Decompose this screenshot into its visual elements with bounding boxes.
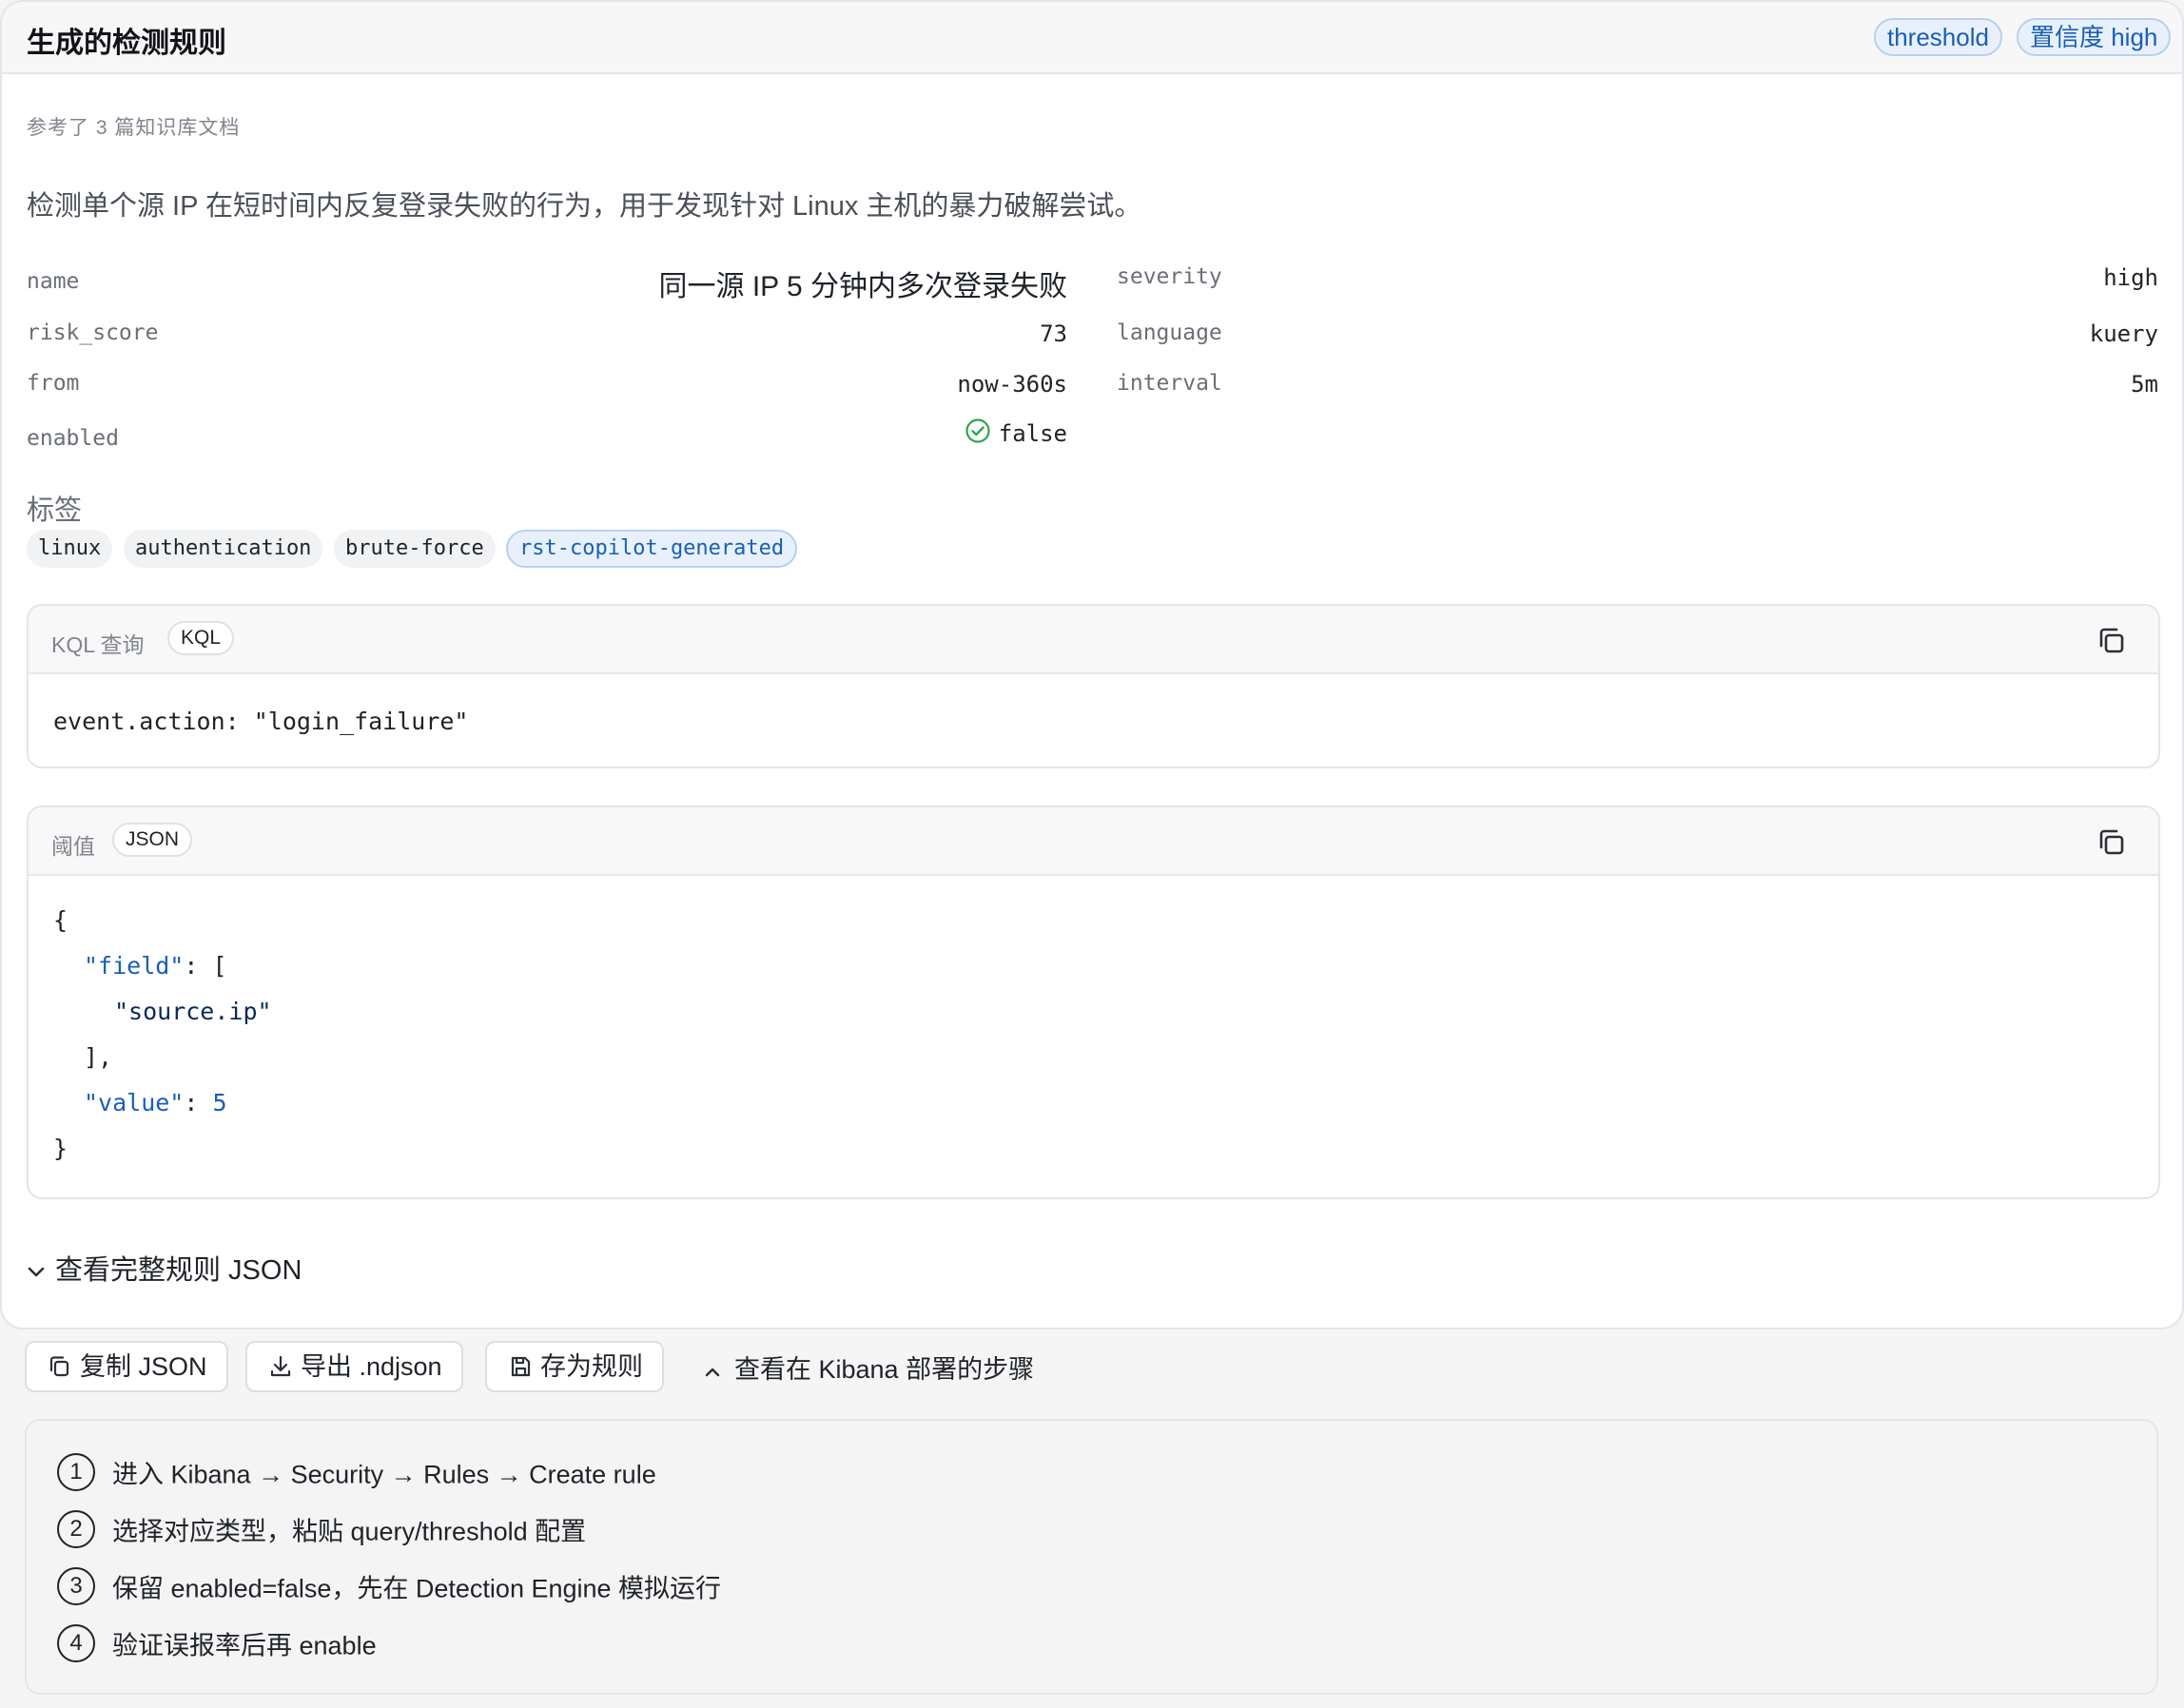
check-circle-icon [965,418,990,443]
references-note: 参考了 3 篇知识库文档 [27,117,241,139]
tag-chip: authentication [124,530,323,568]
field-value-language: kuery [2089,320,2158,347]
field-value-enabled: false [998,420,1067,447]
step-number: 4 [57,1624,95,1662]
confidence-badge: 置信度 high [2017,18,2172,56]
rule-type-badge: threshold [1874,18,2002,56]
json-punct: : [184,1089,213,1116]
json-key: "value" [84,1089,185,1116]
field-key-interval: interval [1117,371,1222,396]
chevron-up-icon [704,1359,721,1384]
kql-query-header: KQL 查询 KQL [29,606,2158,674]
tag-chip: linux [27,530,113,568]
card-header: 生成的检测规则 threshold 置信度 high [2,2,2182,74]
expander-label: 查看完整规则 JSON [55,1255,302,1286]
deploy-steps-panel: 1 进入 Kibana → Security → Rules → Create r… [25,1419,2158,1695]
field-value-severity: high [2103,264,2158,291]
step-item: 2 选择对应类型，粘贴 query/threshold 配置 [57,1510,586,1548]
json-key: "field" [84,952,185,980]
threshold-header: 阈值 JSON [29,807,2158,876]
json-line: ], [84,1043,113,1071]
kql-query-label: KQL 查询 [51,632,145,657]
json-badge: JSON [112,823,193,857]
step-text: 选择对应类型，粘贴 query/threshold 配置 [112,1517,587,1546]
copy-json-label: 复制 JSON [80,1352,207,1381]
step-number: 3 [57,1567,95,1605]
field-key-enabled: enabled [27,426,119,451]
full-json-expander[interactable]: 查看完整规则 JSON [27,1248,302,1288]
rule-description: 检测单个源 IP 在短时间内反复登录失败的行为，用于发现针对 Linux 主机的… [27,191,1142,222]
export-label: 导出 .ndjson [301,1352,442,1381]
save-label: 存为规则 [540,1352,643,1381]
field-value-risk-score: 73 [1040,320,1067,347]
json-line: "value": 5 [84,1089,227,1116]
step-item: 3 保留 enabled=false，先在 Detection Engine 模拟… [57,1567,721,1605]
kql-badge: KQL [167,621,235,655]
threshold-label: 阈值 [51,834,95,859]
rule-card: 生成的检测规则 threshold 置信度 high 参考了 3 篇知识库文档 … [0,0,2184,1330]
kql-query-code: event.action: "login_failure" [53,708,469,735]
field-key-from: from [27,371,80,396]
deploy-steps-label: 查看在 Kibana 部署的步骤 [734,1355,1035,1384]
field-value-from: now-360s [957,371,1067,398]
field-value-name: 同一源 IP 5 分钟内多次登录失败 [658,271,1068,302]
step-text: 保留 enabled=false，先在 Detection Engine 模拟运… [112,1574,722,1603]
card-title: 生成的检测规则 [27,28,226,59]
threshold-block: 阈值 JSON { "field": [ "source.ip" ], "val… [27,805,2160,1199]
tag-chip-generated: rst-copilot-generated [506,530,798,568]
copy-icon[interactable] [2096,625,2128,657]
kql-query-block: KQL 查询 KQL event.action: "login_failure" [27,604,2160,768]
step-item: 1 进入 Kibana → Security → Rules → Create r… [57,1453,656,1491]
deploy-steps-toggle[interactable]: 查看在 Kibana 部署的步骤 [704,1349,1034,1386]
tags-label: 标签 [27,495,83,526]
step-number: 1 [57,1453,95,1491]
field-value-interval: 5m [2131,371,2158,398]
copy-icon [49,1356,69,1376]
json-line: } [53,1135,68,1162]
json-punct: : [ [184,952,227,980]
step-number: 2 [57,1510,95,1548]
field-key-risk-score: risk_score [27,320,159,345]
step-text: 进入 Kibana → Security → Rules → Create ru… [112,1460,656,1489]
step-text: 验证误报率后再 enable [112,1631,377,1660]
json-line: "field": [ [84,952,227,980]
tag-chip: brute-force [334,530,496,568]
step-item: 4 验证误报率后再 enable [57,1624,377,1662]
field-key-severity: severity [1117,264,1222,289]
download-icon [270,1355,291,1376]
json-number: 5 [212,1089,227,1116]
save-icon [511,1356,531,1376]
field-key-name: name [27,269,80,294]
json-line: "source.ip" [114,998,272,1025]
export-ndjson-button[interactable]: 导出 .ndjson [245,1341,463,1392]
json-line: { [53,906,68,934]
chevron-down-icon [27,1260,55,1285]
field-key-language: language [1117,320,1222,345]
copy-icon[interactable] [2096,826,2128,859]
copy-json-button[interactable]: 复制 JSON [25,1341,228,1392]
save-rule-button[interactable]: 存为规则 [485,1341,664,1392]
